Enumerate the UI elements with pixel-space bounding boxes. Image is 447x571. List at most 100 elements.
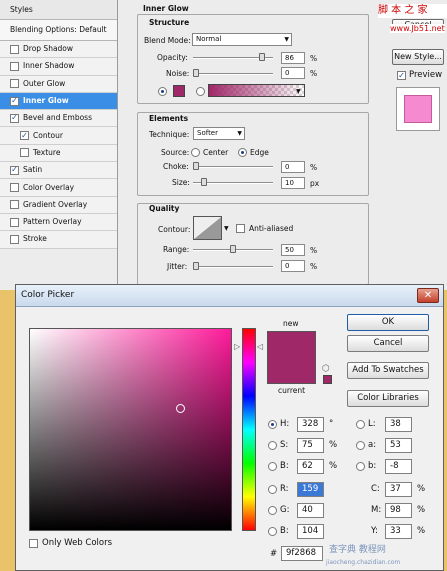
glow-color-swatch[interactable]	[173, 85, 185, 97]
style-item-contour[interactable]: ✓ Contour	[0, 127, 117, 145]
noise-slider-thumb[interactable]	[193, 69, 199, 77]
cmyk-input[interactable]: 98	[385, 503, 412, 518]
range-input[interactable]: 50	[281, 244, 305, 256]
hsb-input[interactable]: 75	[297, 438, 324, 453]
noise-slider-track[interactable]	[193, 73, 273, 75]
source-center-radio[interactable]	[191, 148, 200, 157]
style-item-texture[interactable]: Texture	[0, 144, 117, 163]
solid-color-radio[interactable]	[158, 87, 167, 96]
lab-input[interactable]: 53	[385, 438, 412, 453]
bottom-watermark: 查字典 教程网	[329, 545, 386, 555]
cmyk-key-label: C:	[371, 484, 380, 494]
elements-title: Elements	[149, 114, 189, 123]
styles-header[interactable]: Styles	[0, 0, 117, 20]
choke-input[interactable]: 0	[281, 161, 305, 173]
contour-picker[interactable]	[193, 216, 222, 240]
style-item-pattern-overlay[interactable]: Pattern Overlay	[0, 213, 117, 232]
style-checkbox[interactable]	[10, 183, 19, 193]
lab-radio-0[interactable]	[356, 420, 365, 429]
rgb-input[interactable]: 104	[297, 524, 324, 539]
gradient-dropdown-icon[interactable]: ▼	[296, 88, 301, 95]
style-item-satin[interactable]: ✓ Satin	[0, 162, 117, 180]
style-checkbox[interactable]: ✓	[20, 131, 29, 141]
hex-input[interactable]: 9f2868	[281, 546, 323, 561]
choke-slider-track[interactable]	[193, 166, 273, 168]
choke-slider-thumb[interactable]	[193, 162, 199, 170]
color-field-cursor-icon[interactable]	[176, 404, 185, 413]
glow-gradient-picker[interactable]	[208, 84, 305, 97]
hsb-input[interactable]: 328	[297, 417, 324, 432]
rgb-radio-0[interactable]	[268, 485, 277, 494]
ok-button[interactable]: OK	[347, 314, 429, 331]
style-item-bevel-and-emboss[interactable]: ✓ Bevel and Emboss	[0, 110, 117, 128]
style-item-inner-glow[interactable]: ✓ Inner Glow	[0, 92, 117, 111]
out-of-gamut-icon[interactable]: ⬡	[322, 364, 330, 374]
jitter-slider-thumb[interactable]	[193, 262, 199, 270]
style-item-label: Stroke	[23, 234, 47, 244]
rgb-input[interactable]: 40	[297, 503, 324, 518]
hue-slider[interactable]	[242, 328, 256, 531]
contour-dropdown-icon[interactable]: ▼	[224, 225, 229, 232]
anti-aliased-checkbox[interactable]	[236, 224, 245, 233]
color-libraries-button[interactable]: Color Libraries	[347, 390, 429, 407]
cmyk-input[interactable]: 33	[385, 524, 412, 539]
style-item-inner-shadow[interactable]: Inner Shadow	[0, 58, 117, 76]
style-checkbox[interactable]	[20, 148, 29, 158]
style-item-drop-shadow[interactable]: Drop Shadow	[0, 41, 117, 59]
current-color-label: current	[278, 386, 306, 395]
style-item-stroke[interactable]: Stroke	[0, 231, 117, 249]
style-checkbox[interactable]: ✓	[10, 96, 19, 106]
rgb-radio-2[interactable]	[268, 527, 277, 536]
rgb-input[interactable]: 159	[297, 482, 324, 497]
hue-marker-left-icon[interactable]: ▷	[234, 342, 240, 351]
blending-options-item[interactable]: Blending Options: Default	[0, 20, 117, 41]
style-item-outer-glow[interactable]: Outer Glow	[0, 75, 117, 93]
style-item-color-overlay[interactable]: Color Overlay	[0, 179, 117, 197]
size-input[interactable]: 10	[281, 177, 305, 189]
range-slider-thumb[interactable]	[230, 245, 236, 253]
structure-title: Structure	[149, 18, 190, 27]
technique-select[interactable]: Softer ▼	[193, 127, 245, 140]
source-edge-radio[interactable]	[238, 148, 247, 157]
gradient-radio[interactable]	[196, 87, 205, 96]
size-slider-thumb[interactable]	[201, 178, 207, 186]
gamut-swatch[interactable]	[323, 375, 332, 384]
style-checkbox[interactable]	[10, 217, 19, 227]
style-preview-box	[396, 87, 440, 131]
style-checkbox[interactable]	[10, 234, 19, 244]
style-item-label: Gradient Overlay	[23, 199, 88, 209]
add-to-swatches-button[interactable]: Add To Swatches	[347, 362, 429, 379]
opacity-slider-thumb[interactable]	[258, 53, 265, 61]
style-checkbox[interactable]	[10, 44, 19, 54]
hue-marker-right-icon[interactable]: ◁	[257, 342, 263, 351]
new-style-button[interactable]: New Style...	[392, 49, 444, 65]
hsb-input[interactable]: 62	[297, 459, 324, 474]
hsb-radio-2[interactable]	[268, 462, 277, 471]
jitter-slider-track[interactable]	[193, 266, 273, 268]
noise-input[interactable]: 0	[281, 67, 305, 79]
saturation-brightness-field[interactable]	[29, 328, 232, 531]
opacity-input[interactable]: 86	[281, 52, 305, 64]
only-web-colors-checkbox[interactable]	[29, 539, 38, 548]
hsb-radio-1[interactable]	[268, 441, 277, 450]
color-picker-titlebar[interactable]: Color Picker ✕	[16, 285, 443, 307]
lab-radio-1[interactable]	[356, 441, 365, 450]
style-item-gradient-overlay[interactable]: Gradient Overlay	[0, 196, 117, 214]
style-checkbox[interactable]: ✓	[10, 113, 19, 123]
lab-input[interactable]: -8	[385, 459, 412, 474]
style-checkbox[interactable]: ✓	[10, 165, 19, 175]
cmyk-input[interactable]: 37	[385, 482, 412, 497]
style-checkbox[interactable]	[10, 79, 19, 89]
close-icon[interactable]: ✕	[417, 288, 439, 303]
lab-input[interactable]: 38	[385, 417, 412, 432]
lab-radio-2[interactable]	[356, 462, 365, 471]
hsb-key-label: S:	[280, 440, 289, 450]
hsb-radio-0[interactable]	[268, 420, 277, 429]
style-checkbox[interactable]	[10, 200, 19, 210]
style-checkbox[interactable]	[10, 61, 19, 71]
preview-checkbox[interactable]: ✓	[397, 71, 406, 80]
rgb-radio-1[interactable]	[268, 506, 277, 515]
blend-mode-select[interactable]: Normal ▼	[192, 33, 292, 46]
jitter-input[interactable]: 0	[281, 260, 305, 272]
cancel-button[interactable]: Cancel	[347, 335, 429, 352]
